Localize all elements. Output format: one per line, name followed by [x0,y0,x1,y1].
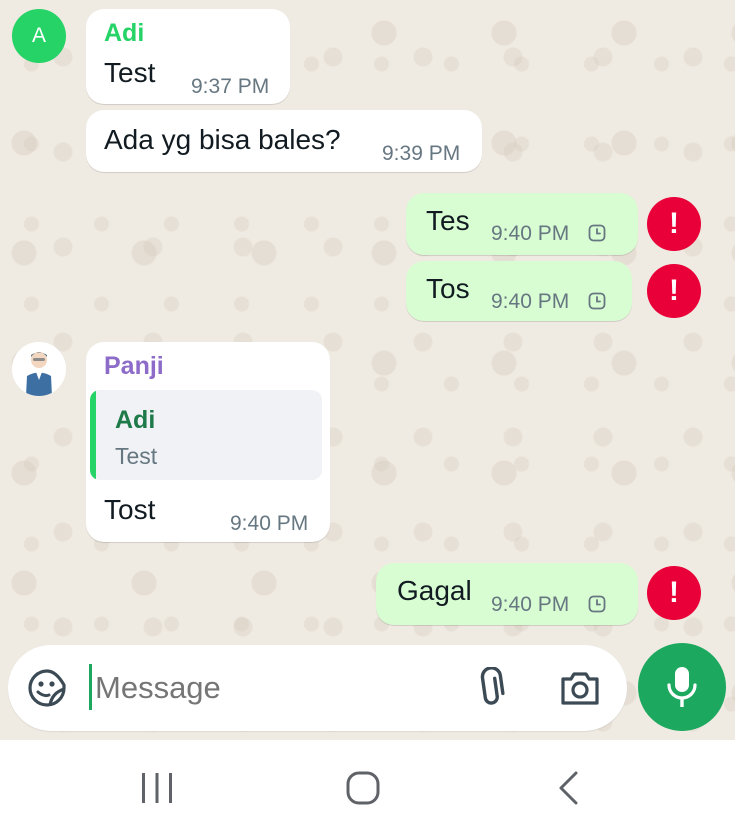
message-time: 9:39 PM [382,142,461,165]
message-bubble-outgoing[interactable]: Tos 9:40 PM [406,261,632,321]
microphone-button[interactable] [638,643,726,731]
avatar-panji[interactable] [12,342,66,396]
message-input[interactable] [93,663,457,713]
sender-name: Panji [104,352,164,380]
message-time: 9:40 PM [491,593,570,616]
message-time: 9:40 PM [491,290,570,313]
error-icon[interactable]: ! [647,197,701,251]
microphone-icon [667,667,697,707]
message-text: Ada yg bisa bales? [104,124,341,155]
message-text: Tost [104,494,156,525]
back-icon[interactable] [556,770,580,806]
message-bubble-incoming[interactable]: Ada yg bisa bales? 9:39 PM [86,110,482,172]
person-avatar-icon [12,342,66,396]
message-time: 9:40 PM [491,222,570,245]
message-bubble-outgoing[interactable]: Tes 9:40 PM [406,193,638,255]
sticker-icon[interactable] [26,667,68,709]
clock-icon [588,595,606,613]
message-text: Tes [426,205,470,236]
message-time: 9:37 PM [191,75,270,98]
recent-apps-icon[interactable] [140,772,174,804]
paperclip-icon[interactable] [474,667,508,709]
quoted-sender: Adi [115,406,156,434]
clock-icon [588,224,606,242]
message-bubble-outgoing[interactable]: Gagal 9:40 PM [376,563,638,625]
message-bubble-incoming[interactable]: Adi Test 9:37 PM [86,9,290,104]
avatar-adi[interactable]: A [12,9,66,63]
text-cursor [89,664,92,710]
error-icon[interactable]: ! [647,566,701,620]
message-composer [8,645,627,731]
home-icon[interactable] [346,771,380,805]
message-text: Tos [426,273,470,304]
clock-icon [588,292,606,310]
message-time: 9:40 PM [230,512,309,535]
system-navigation-bar [0,740,735,831]
sender-name: Adi [104,19,145,47]
quote-accent-bar [90,390,96,480]
error-icon[interactable]: ! [647,264,701,318]
avatar-letter: A [31,24,46,47]
quoted-text: Test [115,443,158,469]
message-text: Gagal [397,575,472,606]
quoted-message[interactable]: Adi Test [90,390,322,480]
camera-icon[interactable] [559,669,601,707]
message-text: Test [104,57,156,88]
